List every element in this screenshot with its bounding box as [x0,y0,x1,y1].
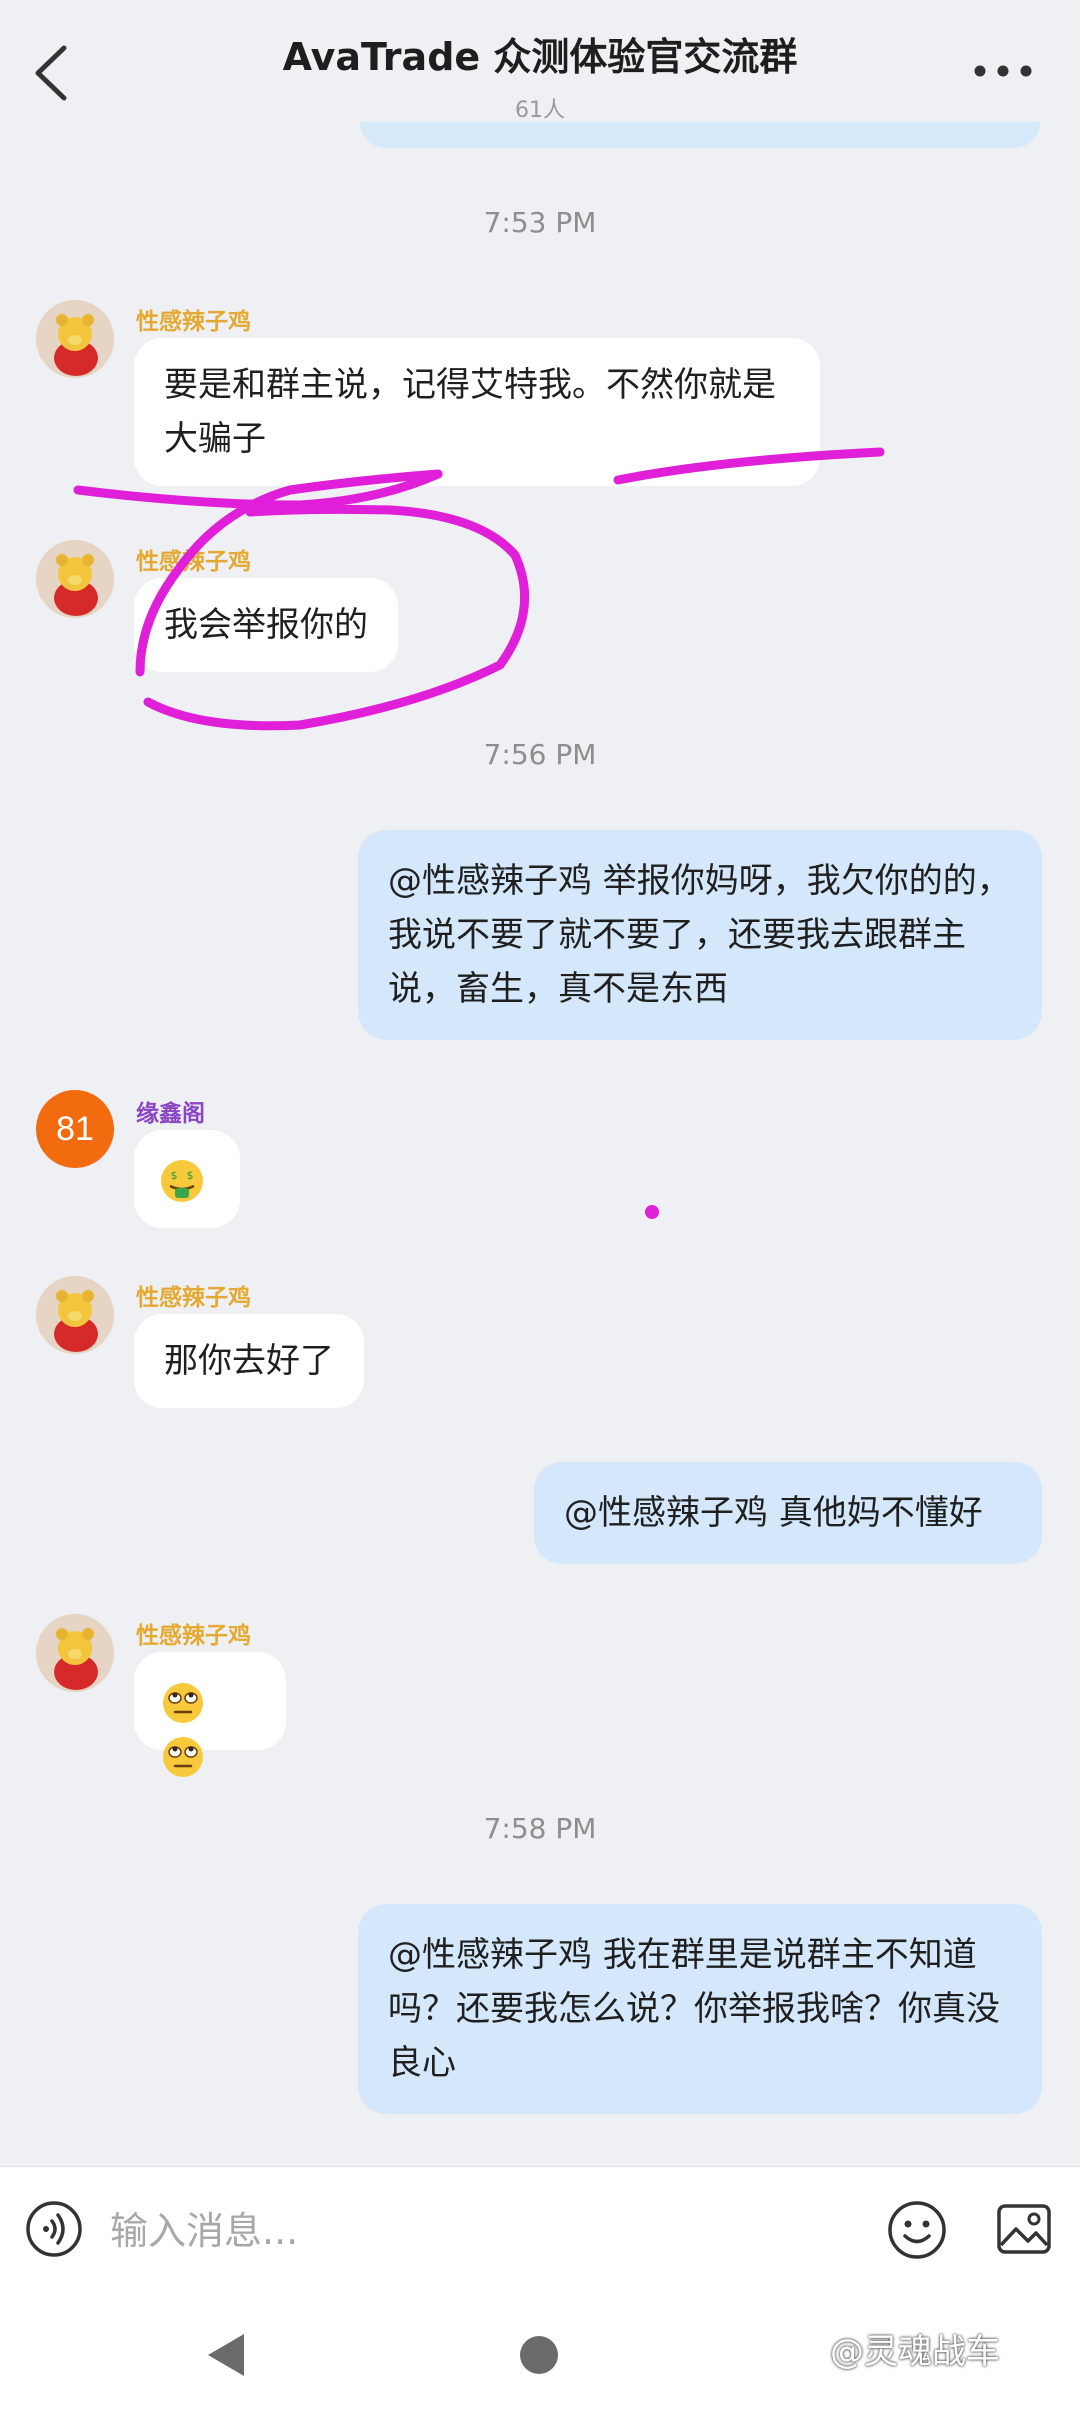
voice-input-icon [26,2201,82,2257]
voice-button[interactable] [24,2199,84,2259]
sender-name: 性感辣子鸡 [136,549,251,575]
message-bubble[interactable] [134,1652,286,1777]
message-bubble[interactable]: @性感辣子鸡 我在群里是说群主不知道吗？还要我怎么说？你举报我啥？你真没良心 [358,1904,1042,2114]
nav-home-button[interactable] [520,2336,558,2374]
avatar[interactable] [36,300,114,378]
eye-roll-face-icon [163,1682,203,1723]
message-input[interactable] [108,2195,852,2267]
image-button[interactable] [996,2201,1052,2257]
avatar[interactable] [36,1614,114,1692]
timestamp: 7:58 PM [483,1812,597,1845]
timestamp: 7:53 PM [483,206,597,239]
avatar[interactable] [36,540,114,618]
watermark: @灵魂战车 [830,2332,1000,2372]
message-bubble[interactable]: @性感辣子鸡 真他妈不懂好 [534,1462,1042,1564]
eye-roll-face-icon [163,1736,203,1777]
svg-text:$: $ [171,1169,178,1182]
avatar[interactable] [36,1276,114,1354]
sender-name: 缘鑫阁 [136,1101,205,1127]
avatar[interactable]: 81 [36,1090,114,1168]
message-bubble[interactable]: 我会举报你的 [134,578,398,672]
smiley-icon [888,2201,946,2259]
nav-back-button[interactable] [204,2330,248,2380]
system-nav-bar: @灵魂战车 [0,2296,1080,2412]
chat-header: AvaTrade 众测体验官交流群 61人 [0,0,1080,140]
svg-text:$: $ [187,1169,194,1182]
message-bubble[interactable]: 那你去好了 [134,1314,364,1408]
message-input-bar [0,2166,1080,2297]
sender-name: 性感辣子鸡 [136,1623,251,1649]
message-bubble[interactable]: 要是和群主说，记得艾特我。不然你就是大骗子 [134,338,820,486]
member-count: 61人 [515,98,565,123]
emoji-button[interactable] [886,2199,948,2261]
sender-name: 性感辣子鸡 [136,309,251,335]
message-bubble[interactable]: $ $ [134,1130,240,1228]
previous-message-bubble [360,122,1040,148]
triangle-back-icon [208,2334,244,2376]
winnie-pooh-avatar-icon [36,300,114,378]
timestamp: 7:56 PM [483,738,597,771]
sender-name: 性感辣子鸡 [136,1285,251,1311]
winnie-pooh-avatar-icon [36,540,114,618]
money-mouth-face-icon: $ $ [161,1159,203,1202]
message-bubble[interactable]: @性感辣子鸡 举报你妈呀，我欠你的的，我说不要了就不要了，还要我去跟群主说，畜生… [358,830,1042,1040]
more-button[interactable] [968,56,1038,86]
winnie-pooh-avatar-icon [36,1276,114,1354]
winnie-pooh-avatar-icon [36,1614,114,1692]
more-dots-icon [974,65,1032,77]
chat-title: AvaTrade 众测体验官交流群 [282,35,798,79]
image-icon [997,2204,1051,2254]
